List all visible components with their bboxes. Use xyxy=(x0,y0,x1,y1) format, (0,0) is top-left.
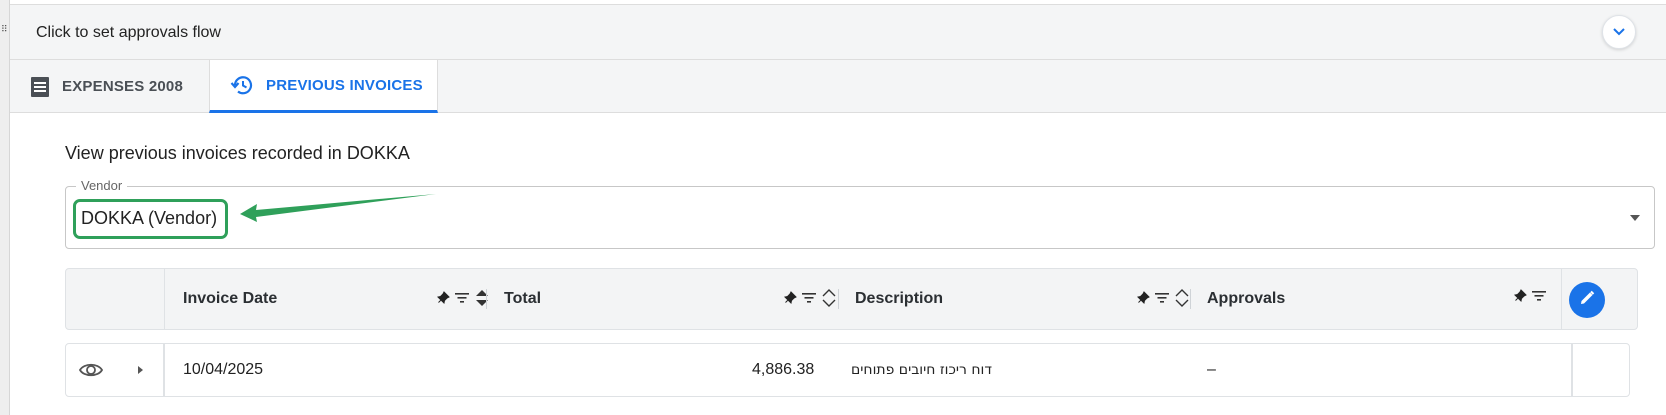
approvals-flow-text[interactable]: Click to set approvals flow xyxy=(36,24,221,42)
expand-row-icon[interactable] xyxy=(138,366,143,374)
column-tools xyxy=(783,289,837,312)
tab-previous-invoices[interactable]: PREVIOUS INVOICES xyxy=(209,60,438,113)
column-header-approvals[interactable]: Approvals xyxy=(1207,269,1285,329)
cell-description: דוח ריכוז חיובים פתוחים xyxy=(851,362,992,378)
pin-icon[interactable] xyxy=(1136,291,1150,310)
chevron-down-icon[interactable] xyxy=(1602,15,1636,49)
edit-columns-button[interactable] xyxy=(1569,282,1605,318)
column-header-total[interactable]: Total xyxy=(504,269,541,329)
filter-icon[interactable] xyxy=(801,291,817,310)
tab-expenses-label: EXPENSES 2008 xyxy=(62,78,184,95)
filter-icon[interactable] xyxy=(1531,289,1547,308)
cell-invoice-date: 10/04/2025 xyxy=(183,361,264,378)
row-action-cell xyxy=(66,344,165,396)
column-tools xyxy=(436,289,490,312)
pin-icon[interactable] xyxy=(1513,289,1527,308)
column-tools xyxy=(1136,289,1190,312)
grid-header: Invoice Date Total Description Approvals xyxy=(65,268,1638,330)
cell-total: 4,886.38 xyxy=(752,361,815,378)
drag-handle-icon[interactable]: ⠿ xyxy=(1,26,8,35)
eye-icon[interactable] xyxy=(78,359,104,386)
left-rail: ⠿ xyxy=(0,0,10,415)
cell-approvals: – xyxy=(1207,361,1216,378)
filter-icon[interactable] xyxy=(454,291,470,310)
dropdown-caret-icon[interactable] xyxy=(1630,215,1640,221)
table-row[interactable]: 10/04/2025 4,886.38 דוח ריכוז חיובים פתו… xyxy=(65,343,1630,397)
column-separator xyxy=(1561,269,1562,329)
sort-icon[interactable] xyxy=(474,289,490,312)
section-description: View previous invoices recorded in DOKKA xyxy=(65,143,410,163)
grid-header-select-cell xyxy=(66,269,165,329)
vendor-label: Vendor xyxy=(76,178,128,193)
approvals-flow-bar[interactable]: Click to set approvals flow xyxy=(10,4,1666,60)
sort-icon[interactable] xyxy=(1174,289,1190,312)
tab-expenses[interactable]: EXPENSES 2008 xyxy=(10,60,209,113)
pin-icon[interactable] xyxy=(783,291,797,310)
tab-previous-invoices-label: PREVIOUS INVOICES xyxy=(266,76,423,94)
annotation-arrow xyxy=(240,194,436,222)
column-separator[interactable] xyxy=(1190,289,1191,309)
row-separator xyxy=(1571,344,1573,396)
sort-icon[interactable] xyxy=(821,289,837,312)
pencil-icon xyxy=(1578,289,1596,312)
list-icon xyxy=(30,76,50,98)
history-icon xyxy=(230,74,254,96)
column-tools xyxy=(1513,289,1547,308)
column-separator[interactable] xyxy=(838,289,839,309)
column-header-description[interactable]: Description xyxy=(855,269,943,329)
tab-bar: EXPENSES 2008 PREVIOUS INVOICES xyxy=(10,60,1666,113)
column-header-invoice-date[interactable]: Invoice Date xyxy=(183,269,277,329)
pin-icon[interactable] xyxy=(436,291,450,310)
vendor-value: DOKKA (Vendor) xyxy=(81,208,218,228)
column-separator[interactable] xyxy=(486,289,487,309)
filter-icon[interactable] xyxy=(1154,291,1170,310)
